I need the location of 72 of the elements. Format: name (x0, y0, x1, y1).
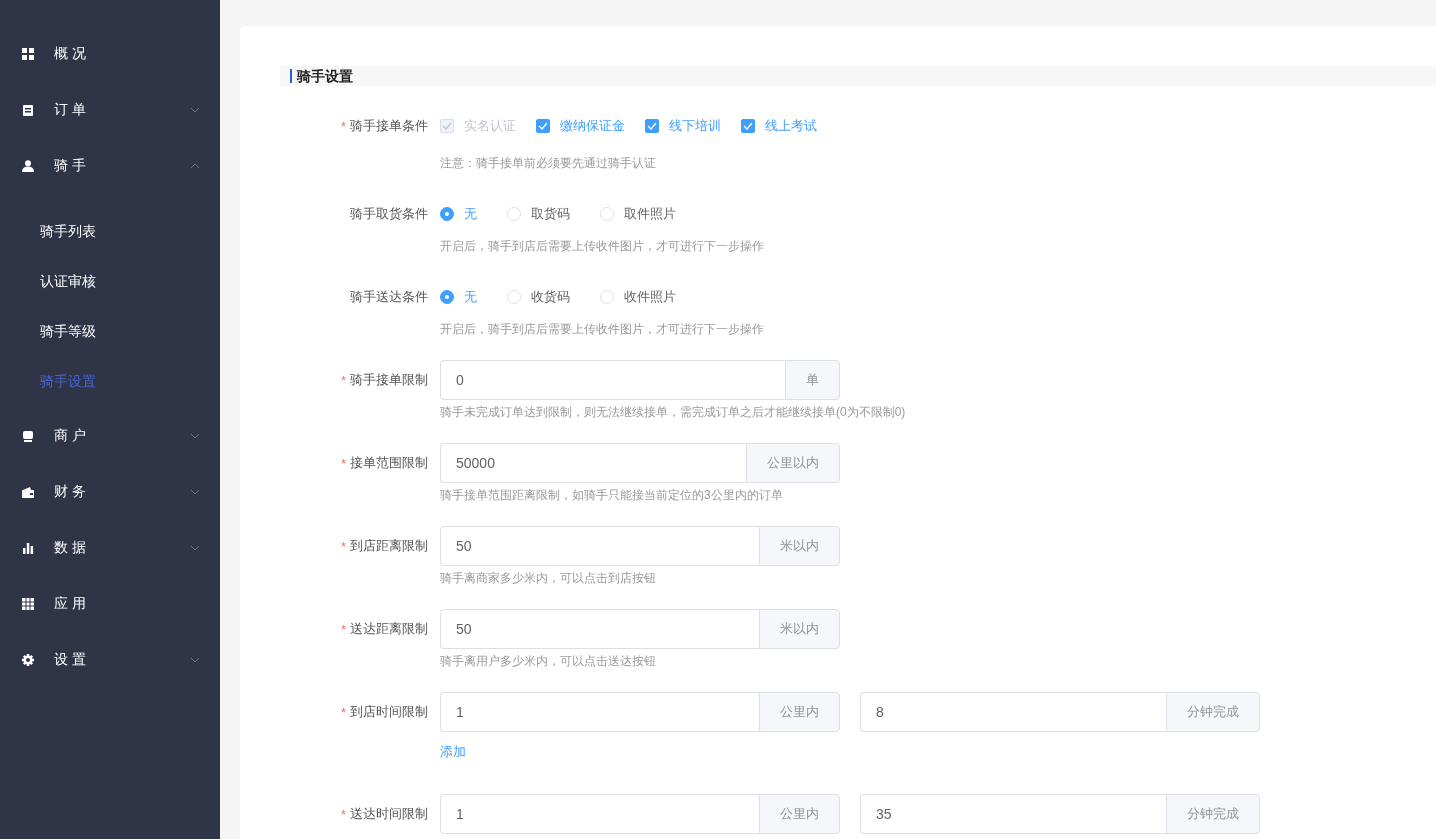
unit-addon: 单 (785, 360, 840, 400)
unit-addon: 米以内 (759, 609, 840, 649)
input-field[interactable]: 1 (440, 794, 759, 834)
bar-chart-icon (22, 542, 34, 554)
field-label: 骑手取货条件 (350, 205, 428, 223)
radio-button[interactable] (440, 207, 454, 221)
radio-label[interactable]: 收货码 (531, 288, 570, 306)
hint-text: 骑手接单范围距离限制，如骑手只能接当前定位的3公里内的订单 (440, 487, 784, 504)
field-label: 骑手接单限制 (350, 371, 428, 389)
unit-addon: 公里内 (759, 692, 840, 732)
sidebar-item[interactable]: 财务 (0, 464, 220, 520)
monitor-icon (22, 430, 34, 442)
sidebar-item[interactable]: 设置 (0, 632, 220, 688)
field-label: 骑手接单条件 (350, 117, 428, 135)
unit-addon: 公里以内 (746, 443, 840, 483)
unit-addon: 分钟完成 (1166, 692, 1260, 732)
sidebar-item[interactable]: 订单 (0, 82, 220, 138)
sidebar-item[interactable]: 应用 (0, 576, 220, 632)
required-asterisk: * (340, 538, 346, 554)
hint-text: 开启后，骑手到店后需要上传收件图片，才可进行下一步操作 (440, 238, 764, 255)
field-label: 送达时间限制 (350, 805, 428, 823)
check-icon (538, 122, 548, 130)
radio-label[interactable]: 取货码 (531, 205, 570, 223)
hint-text: 骑手未完成订单达到限制，则无法继续接单，需完成订单之后才能继续接单(0为不限制0) (440, 404, 906, 421)
input-field[interactable]: 0 (440, 360, 785, 400)
checkbox[interactable] (645, 119, 659, 133)
unit-addon: 分钟完成 (1166, 794, 1260, 834)
required-asterisk: * (340, 621, 346, 637)
submenu-item[interactable]: 骑手等级 (40, 323, 96, 341)
input-field[interactable]: 50 (440, 609, 759, 649)
input-field[interactable]: 1 (440, 692, 759, 732)
unit-addon: 米以内 (759, 526, 840, 566)
input-field[interactable]: 8 (860, 692, 1166, 732)
hint-text: 骑手离商家多少米内，可以点击到店按钮 (440, 570, 657, 587)
required-asterisk: * (340, 372, 346, 388)
unit-addon: 公里内 (759, 794, 840, 834)
section-title: 骑手设置 (290, 69, 353, 83)
field-label: 接单范围限制 (350, 454, 428, 472)
required-asterisk: * (340, 118, 346, 134)
required-asterisk: * (340, 704, 346, 720)
submenu-item[interactable]: 骑手列表 (40, 223, 96, 241)
field-label: 到店时间限制 (350, 703, 428, 721)
sidebar-item[interactable]: 商户 (0, 408, 220, 464)
radio-button[interactable] (440, 290, 454, 304)
required-asterisk: * (340, 806, 346, 822)
sidebar-item[interactable]: 数据 (0, 520, 220, 576)
check-icon (442, 122, 452, 130)
hint-text: 骑手离用户多少米内，可以点击送达按钮 (440, 653, 657, 670)
wallet-icon (22, 486, 34, 498)
user-icon (22, 160, 34, 172)
input-field[interactable]: 35 (860, 794, 1166, 834)
checkbox[interactable] (741, 119, 755, 133)
hint-text: 注意：骑手接单前必须要先通过骑手认证 (440, 155, 657, 172)
sidebar-item[interactable]: 概况 (0, 26, 220, 82)
field-label: 骑手送达条件 (350, 288, 428, 306)
check-icon (647, 122, 657, 130)
checkbox[interactable] (536, 119, 550, 133)
radio-label[interactable]: 收件照片 (624, 288, 676, 306)
apps-icon (22, 598, 34, 610)
field-label: 送达距离限制 (350, 620, 428, 638)
input-field[interactable]: 50 (440, 526, 759, 566)
input-field[interactable]: 50000 (440, 443, 746, 483)
sidebar-item[interactable]: 骑手 (0, 138, 220, 194)
required-asterisk: * (340, 455, 346, 471)
grid-icon (22, 48, 34, 60)
settings-icon (22, 654, 34, 666)
check-icon (743, 122, 753, 130)
hint-text: 开启后，骑手到店后需要上传收件图片，才可进行下一步操作 (440, 321, 764, 338)
submenu-item[interactable]: 认证审核 (40, 273, 96, 291)
radio-label[interactable]: 取件照片 (624, 205, 676, 223)
field-label: 到店距离限制 (350, 537, 428, 555)
clipboard-icon (22, 104, 34, 116)
